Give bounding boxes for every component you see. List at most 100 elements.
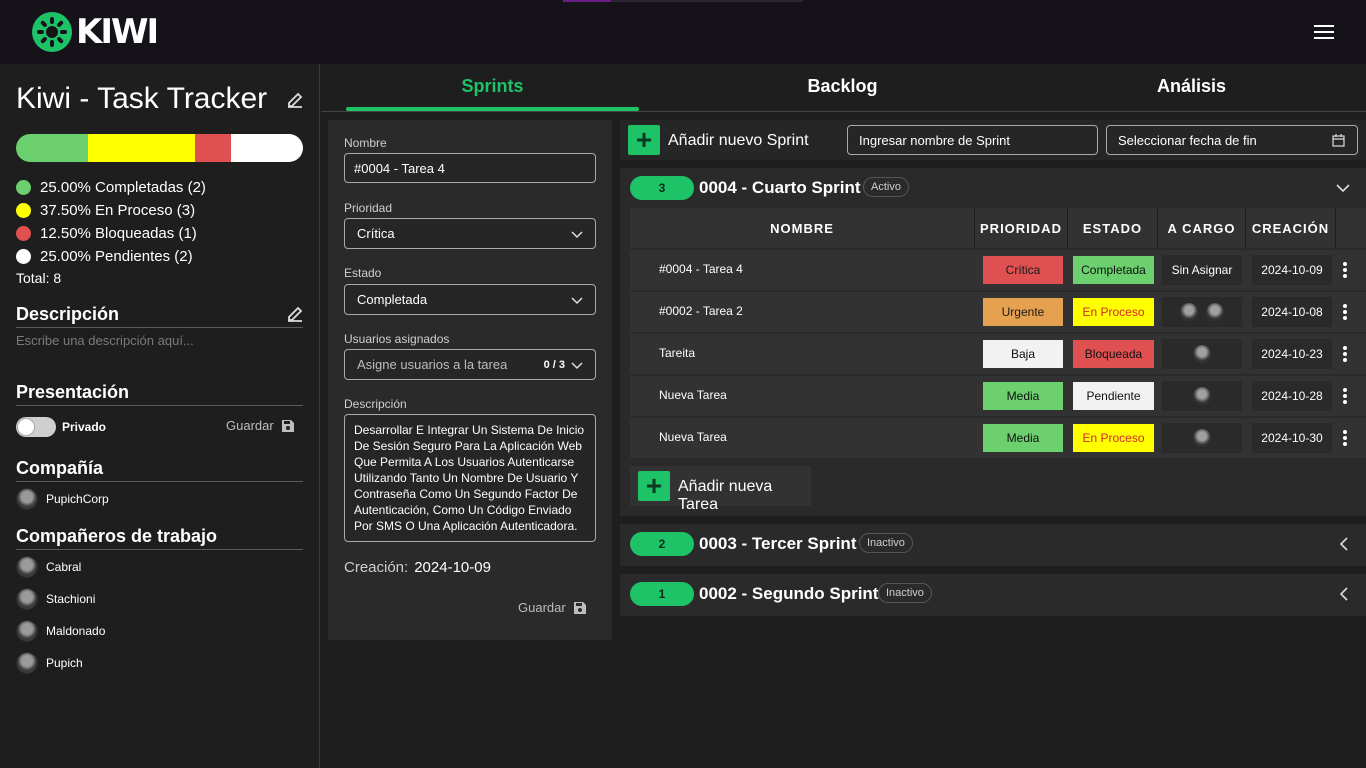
tab-analisis[interactable]: Análisis <box>1045 76 1338 97</box>
top-bar: KIWI <box>0 0 1366 64</box>
legend-in-progress: 37.50% En Proceso (3) <box>16 199 206 222</box>
kiwi-logo[interactable]: KIWI <box>32 12 159 52</box>
add-sprint-label[interactable]: Añadir nuevo Sprint <box>668 132 809 150</box>
created-date: 2024-10-30 <box>1252 423 1332 453</box>
priority-label: Prioridad <box>344 201 393 215</box>
sprint-panel-active: 3 0004 - Cuarto Sprint Activo NOMBRE PRI… <box>620 168 1366 516</box>
avatar <box>16 556 38 578</box>
sprint-name-input[interactable]: Ingresar nombre de Sprint <box>847 125 1098 155</box>
col-a-cargo: A CARGO <box>1158 208 1246 248</box>
created-date: 2024-10-08 <box>1252 297 1332 327</box>
company-item[interactable]: PupichCorp <box>16 488 109 510</box>
assign-users-select[interactable]: Asigne usuarios a la tarea 0 / 3 <box>344 349 596 380</box>
calendar-icon[interactable] <box>1332 134 1345 147</box>
priority-select[interactable]: Crítica <box>344 218 596 249</box>
chevron-down-icon[interactable] <box>1336 182 1350 194</box>
col-creacion: CREACIÓN <box>1246 208 1336 248</box>
status-badge: En Proceso <box>1073 298 1154 326</box>
sprint-panel[interactable]: 1 0002 - Segundo Sprint Inactivo <box>620 574 1366 616</box>
assignee-avatar <box>1180 303 1198 321</box>
edit-title-icon[interactable] <box>286 91 304 109</box>
task-save-button[interactable]: Guardar <box>518 600 587 615</box>
task-name[interactable]: Nueva Tarea <box>659 430 727 444</box>
chevron-left-icon[interactable] <box>1338 587 1350 601</box>
add-task-row[interactable]: + Añadir nueva Tarea <box>630 466 811 513</box>
table-row[interactable]: Tareita Baja Bloqueada 2024-10-23 <box>630 334 1366 374</box>
sprint-task-count: 3 <box>630 176 694 200</box>
sprint-name[interactable]: 0004 - Cuarto Sprint <box>699 178 861 198</box>
more-options-icon[interactable] <box>1343 430 1347 448</box>
priority-badge: Media <box>983 424 1063 452</box>
more-options-icon[interactable] <box>1343 346 1347 364</box>
assignee-cell[interactable] <box>1162 423 1242 453</box>
col-nombre: NOMBRE <box>630 208 975 248</box>
coworkers-section-title: Compañeros de trabajo <box>16 526 303 550</box>
privacy-toggle[interactable] <box>16 417 56 437</box>
task-name[interactable]: Tareita <box>659 346 695 360</box>
company-avatar <box>16 488 38 510</box>
created-date: 2024-10-28 <box>1252 381 1332 411</box>
status-select[interactable]: Completada <box>344 284 596 315</box>
coworker-item[interactable]: Pupich <box>16 652 83 674</box>
sprint-name[interactable]: 0003 - Tercer Sprint <box>699 534 856 554</box>
chevron-left-icon[interactable] <box>1338 537 1350 551</box>
hamburger-menu-icon[interactable] <box>1312 21 1336 41</box>
company-section-title: Compañía <box>16 458 303 482</box>
tab-backlog[interactable]: Backlog <box>696 76 989 97</box>
presentation-save-button[interactable]: Guardar <box>226 418 295 433</box>
description-placeholder[interactable]: Escribe una descripción aquí... <box>16 333 194 348</box>
chevron-down-icon <box>571 297 583 305</box>
legend-dot <box>16 203 31 218</box>
add-task-button[interactable]: + <box>638 471 670 501</box>
sprint-task-count: 1 <box>630 582 694 606</box>
users-label: Usuarios asignados <box>344 332 450 346</box>
more-options-icon[interactable] <box>1343 388 1347 406</box>
edit-description-icon[interactable] <box>286 305 304 323</box>
top-accent-line <box>563 0 803 2</box>
sprint-panel[interactable]: 2 0003 - Tercer Sprint Inactivo <box>620 524 1366 566</box>
task-name[interactable]: Nueva Tarea <box>659 388 727 402</box>
coworker-item[interactable]: Maldonado <box>16 620 105 642</box>
table-row[interactable]: Nueva Tarea Media En Proceso 2024-10-30 <box>630 418 1366 458</box>
legend-dot <box>16 226 31 241</box>
add-task-label[interactable]: Añadir nueva Tarea <box>678 478 811 514</box>
table-row[interactable]: #0002 - Tarea 2 Urgente En Proceso 2024-… <box>630 292 1366 332</box>
priority-badge: Urgente <box>983 298 1063 326</box>
coworker-item[interactable]: Cabral <box>16 556 81 578</box>
tab-sprints[interactable]: Sprints <box>346 76 639 97</box>
assignee-cell[interactable] <box>1162 339 1242 369</box>
project-title: Kiwi - Task Tracker <box>16 82 268 115</box>
logo-text: KIWI <box>76 12 159 52</box>
task-name-input[interactable]: #0004 - Tarea 4 <box>344 153 596 183</box>
sprint-end-date-input[interactable]: Seleccionar fecha de fin <box>1106 125 1358 155</box>
task-description-textarea[interactable]: Desarrollar E Integrar Un Sistema De Ini… <box>344 414 596 542</box>
task-total: Total: 8 <box>16 270 62 286</box>
assignee-cell[interactable]: Sin Asignar <box>1162 255 1242 285</box>
coworker-item[interactable]: Stachioni <box>16 588 95 610</box>
priority-badge: Baja <box>983 340 1063 368</box>
priority-badge: Media <box>983 382 1063 410</box>
assignee-cell[interactable] <box>1162 381 1242 411</box>
avatar <box>16 588 38 610</box>
sprint-name[interactable]: 0002 - Segundo Sprint <box>699 584 878 604</box>
add-sprint-button[interactable]: + <box>628 125 660 155</box>
legend-pending: 25.00% Pendientes (2) <box>16 245 206 268</box>
more-options-icon[interactable] <box>1343 262 1347 280</box>
add-sprint-bar: + Añadir nuevo Sprint Ingresar nombre de… <box>620 120 1366 160</box>
avatar <box>16 620 38 642</box>
task-name[interactable]: #0004 - Tarea 4 <box>659 262 743 276</box>
priority-badge: Crítica <box>983 256 1063 284</box>
created-date: 2024-10-09 <box>1252 255 1332 285</box>
progress-segment-blocked <box>195 134 232 162</box>
more-options-icon[interactable] <box>1343 304 1347 322</box>
task-name[interactable]: #0002 - Tarea 2 <box>659 304 743 318</box>
legend-blocked: 12.50% Bloqueadas (1) <box>16 222 206 245</box>
active-tab-indicator <box>346 107 639 111</box>
table-row[interactable]: Nueva Tarea Media Pendiente 2024-10-28 <box>630 376 1366 416</box>
sprint-status-badge: Inactivo <box>859 533 913 553</box>
table-row[interactable]: #0004 - Tarea 4 Crítica Completada Sin A… <box>630 250 1366 290</box>
assignee-cell[interactable] <box>1162 297 1242 327</box>
users-count: 0 / 3 <box>543 359 565 371</box>
chevron-down-icon <box>571 231 583 239</box>
col-prioridad: PRIORIDAD <box>975 208 1068 248</box>
